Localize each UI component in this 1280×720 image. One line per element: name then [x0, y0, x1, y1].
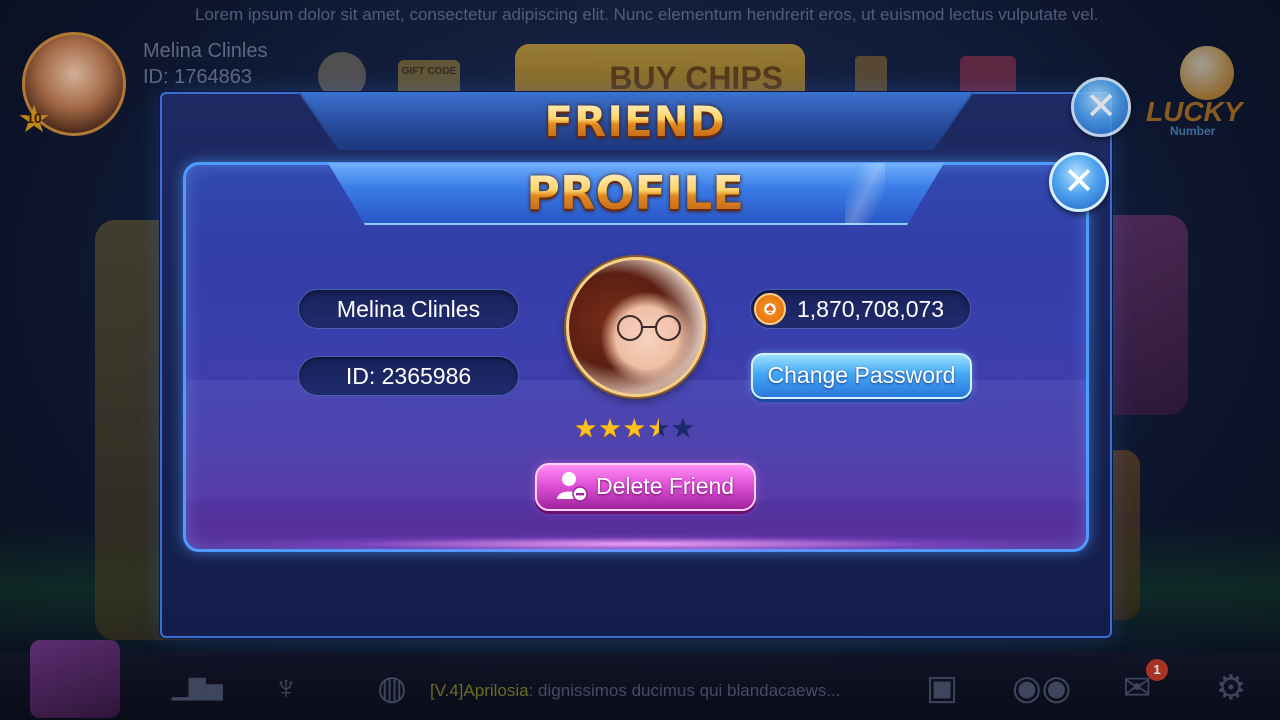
poker-chip-icon: ♠ — [754, 293, 786, 325]
profile-title-shine — [845, 163, 885, 225]
profile-dialog-title: PROFILE — [490, 166, 780, 220]
star-empty-icon: ★ — [671, 413, 696, 443]
avatar-glasses-icon — [617, 315, 681, 341]
profile-bottom-glow — [220, 535, 1060, 553]
friend-dialog-title: FRIEND — [480, 97, 790, 146]
star-full-icon: ★ — [574, 413, 599, 443]
star-full-icon: ★ — [598, 413, 623, 443]
change-password-button[interactable]: Change Password — [751, 353, 972, 399]
delete-friend-label[interactable]: Delete Friend — [596, 472, 746, 500]
star-full-icon: ★ — [622, 413, 647, 443]
friend-rating-stars: ★★★★★ — [574, 414, 714, 442]
friend-name-field: Melina Clinles — [298, 289, 519, 329]
friend-close-button[interactable]: ✕ — [1071, 77, 1131, 137]
profile-close-button[interactable]: ✕ — [1049, 152, 1109, 212]
star-half-icon: ★ — [646, 413, 672, 443]
remove-user-icon — [557, 472, 588, 502]
friend-id-field: ID: 2365986 — [298, 356, 519, 396]
